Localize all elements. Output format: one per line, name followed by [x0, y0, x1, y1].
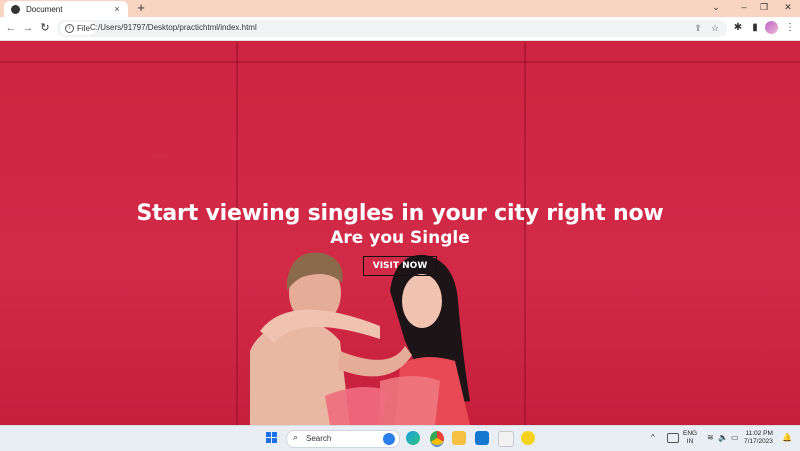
onedrive-icon[interactable] — [667, 433, 679, 443]
forward-button[interactable]: → — [20, 20, 36, 36]
chevron-up-icon[interactable]: ^ — [651, 433, 655, 442]
tab-search-icon[interactable]: ⌄ — [708, 2, 724, 13]
battery-icon[interactable]: ▭ — [731, 433, 739, 442]
tab-document[interactable]: Document × — [4, 1, 128, 17]
tab-title: Document — [26, 4, 63, 14]
reload-button[interactable]: ↻ — [37, 20, 53, 36]
globe-icon — [11, 4, 20, 14]
hero-section: Start viewing singles in your city right… — [0, 201, 800, 276]
bookmark-star-icon[interactable]: ☆ — [708, 21, 722, 35]
search-label: Search — [306, 434, 332, 443]
tab-close-icon[interactable]: × — [112, 4, 122, 14]
browser-menu-icon[interactable]: ⋮ — [782, 20, 798, 36]
chrome-icon[interactable] — [430, 431, 444, 447]
region-code: IN — [686, 438, 694, 445]
search-icon: ⌕ — [293, 432, 299, 442]
file-explorer-icon[interactable] — [452, 431, 466, 445]
edge-icon[interactable] — [406, 431, 420, 445]
maximize-button[interactable]: ❐ — [756, 2, 772, 13]
hero-subheadline: Are you Single — [330, 228, 470, 248]
taskbar-search-box[interactable]: ⌕ Search — [286, 430, 400, 448]
back-button[interactable]: ← — [3, 20, 19, 36]
visit-now-button[interactable]: VISIT NOW — [362, 256, 438, 276]
browser-toolbar: ← → ↻ i File C:/Users/91797/Desktop/prac… — [0, 17, 800, 41]
bing-icon[interactable] — [383, 433, 395, 445]
volume-icon[interactable]: 🔈 — [718, 433, 728, 442]
new-tab-button[interactable]: + — [134, 1, 148, 15]
extensions-icon[interactable]: ✱ — [730, 20, 746, 36]
store-icon[interactable] — [498, 431, 514, 447]
hero-background: Start viewing singles in your city right… — [0, 41, 800, 425]
site-info-label: File — [77, 24, 90, 33]
system-clock[interactable]: 11:02 PM 7/17/2023 — [744, 430, 773, 446]
url-text[interactable]: C:/Users/91797/Desktop/practichtml/index… — [90, 23, 257, 32]
language-indicator[interactable]: ENG IN — [683, 430, 697, 446]
hero-headline: Start viewing singles in your city right… — [136, 201, 664, 226]
windows-start-icon[interactable] — [266, 432, 278, 444]
browser-tab-strip: Document × + ⌄ – ❐ ✕ — [0, 0, 800, 17]
mail-icon[interactable] — [475, 431, 489, 445]
share-icon[interactable]: ⇪ — [691, 21, 705, 35]
minimize-button[interactable]: – — [736, 2, 752, 12]
close-window-button[interactable]: ✕ — [780, 2, 796, 13]
side-panel-icon[interactable]: ▮ — [747, 20, 763, 36]
notification-bell-icon[interactable]: 🔔 — [782, 433, 792, 442]
clock-date: 7/17/2023 — [744, 438, 773, 445]
profile-avatar[interactable] — [765, 21, 778, 34]
wifi-icon[interactable]: ≋ — [707, 433, 714, 442]
windows-taskbar: ⌕ Search ^ ENG IN ≋ 🔈 ▭ 11:02 PM 7/17/20… — [0, 425, 800, 451]
info-icon: i — [65, 24, 74, 33]
wall-seam — [0, 61, 800, 63]
snapchat-icon[interactable] — [521, 431, 535, 445]
clock-time: 11:02 PM — [745, 430, 773, 437]
address-bar[interactable]: i File C:/Users/91797/Desktop/practichtm… — [57, 20, 727, 37]
language-code: ENG — [683, 430, 698, 437]
